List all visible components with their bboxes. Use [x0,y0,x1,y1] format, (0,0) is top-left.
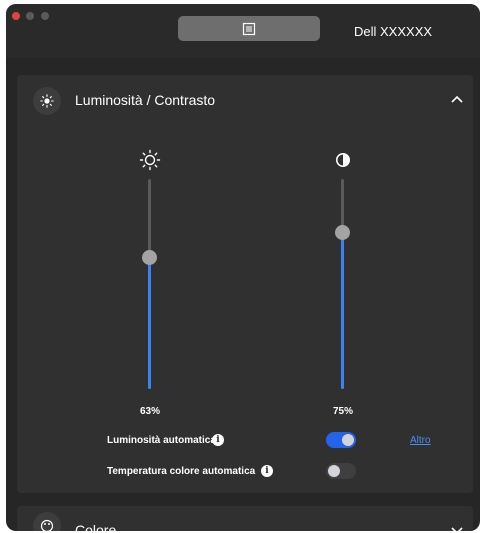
brightness-slider-thumb[interactable] [142,249,157,265]
section-header[interactable]: Luminosità / Contrasto [17,75,473,125]
menu-button[interactable] [178,16,320,41]
auto-brightness-label: Luminosità automatica [107,435,216,446]
close-window-button[interactable] [12,12,20,20]
sun-icon [139,149,161,171]
list-icon [242,22,256,35]
auto-brightness-info-icon[interactable]: i [212,434,224,446]
section-title: Luminosità / Contrasto [75,92,216,108]
contrast-icon [336,153,350,167]
contrast-value: 75% [332,406,353,417]
auto-brightness-toggle[interactable] [326,432,356,448]
toggle-knob [342,434,354,446]
app-window: Dell XXXXXX Luminosità / Contrasto 63% 7… [6,4,480,531]
brightness-contrast-panel: Luminosità / Contrasto 63% 75% Luminosit… [17,75,473,493]
auto-color-temp-info-icon[interactable]: i [261,465,273,477]
minimize-window-button[interactable] [26,12,34,20]
maximize-window-button[interactable] [41,12,49,20]
brightness-value: 63% [139,406,160,417]
contrast-slider-thumb[interactable] [335,224,350,240]
brightness-icon [40,94,54,108]
title-bar: Dell XXXXXX [6,4,480,58]
color-section-header[interactable]: Colore [17,506,473,531]
color-section-title: Colore [75,522,117,531]
chevron-down-icon[interactable] [449,522,465,531]
chevron-up-icon[interactable] [449,91,465,107]
contrast-slider[interactable] [335,179,350,389]
auto-color-temp-label: Temperatura colore automatica [107,466,256,477]
contrast-slider-fill [341,231,344,389]
auto-color-temp-toggle[interactable] [326,463,356,479]
brightness-slider-fill [148,256,151,389]
monitor-name: Dell XXXXXX [354,24,433,39]
more-link[interactable]: Altro [410,435,431,446]
palette-icon [40,519,54,531]
brightness-slider[interactable] [142,179,157,389]
brightness-section-icon [33,87,61,115]
color-section-icon [33,512,61,531]
toggle-knob [328,465,340,477]
